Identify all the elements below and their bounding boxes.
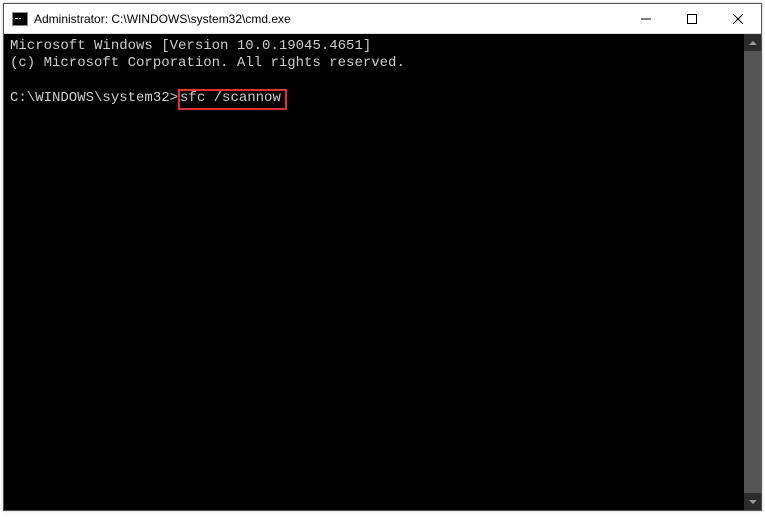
prompt: C:\WINDOWS\system32> — [10, 90, 178, 106]
close-button[interactable] — [715, 4, 761, 33]
maximize-icon — [687, 14, 697, 24]
cmd-icon — [12, 12, 28, 26]
minimize-button[interactable] — [623, 4, 669, 33]
window-title: Administrator: C:\WINDOWS\system32\cmd.e… — [34, 12, 623, 26]
copyright-line: (c) Microsoft Corporation. All rights re… — [10, 55, 405, 71]
terminal-output: Microsoft Windows [Version 10.0.19045.46… — [4, 34, 761, 114]
version-line: Microsoft Windows [Version 10.0.19045.46… — [10, 38, 371, 54]
titlebar[interactable]: Administrator: C:\WINDOWS\system32\cmd.e… — [4, 4, 761, 34]
command-prompt-window: Administrator: C:\WINDOWS\system32\cmd.e… — [3, 3, 762, 511]
scroll-up-button[interactable] — [744, 34, 761, 51]
chevron-down-icon — [749, 498, 757, 506]
scrollbar-track[interactable] — [744, 51, 761, 493]
maximize-button[interactable] — [669, 4, 715, 33]
scrollbar-thumb[interactable] — [744, 51, 761, 493]
scroll-down-button[interactable] — [744, 493, 761, 510]
window-controls — [623, 4, 761, 33]
minimize-icon — [641, 14, 651, 24]
chevron-up-icon — [749, 39, 757, 47]
command-input[interactable]: sfc /scannow — [178, 89, 287, 110]
close-icon — [733, 14, 743, 24]
vertical-scrollbar[interactable] — [744, 34, 761, 510]
terminal-area[interactable]: Microsoft Windows [Version 10.0.19045.46… — [4, 34, 761, 510]
